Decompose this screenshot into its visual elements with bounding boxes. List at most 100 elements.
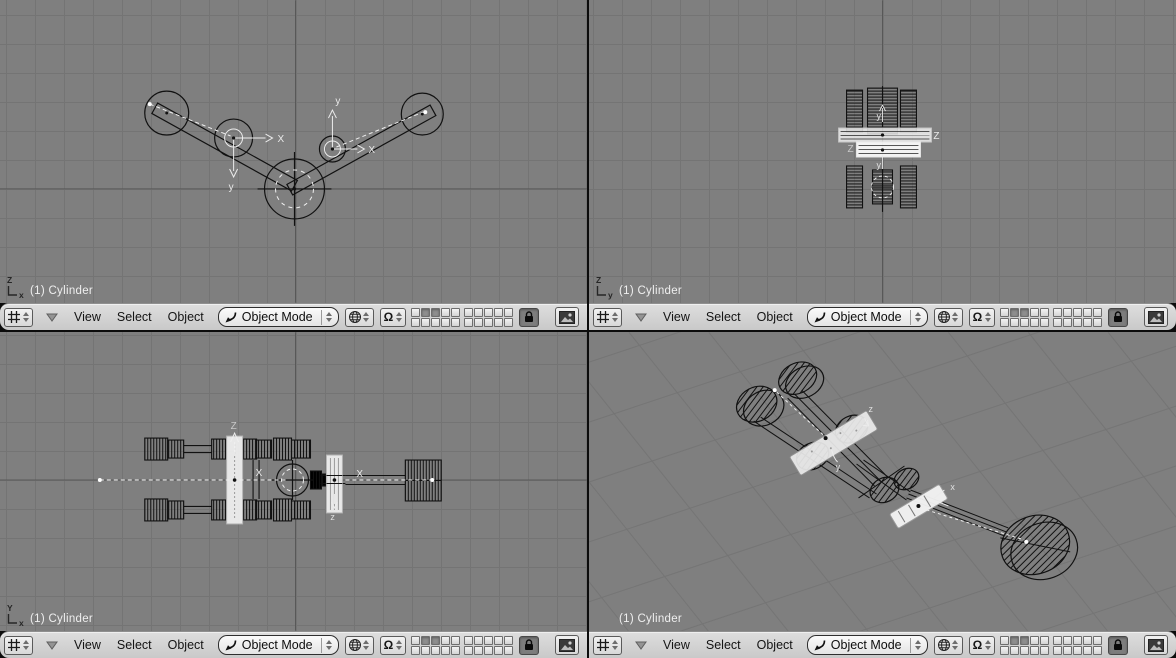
menu-object[interactable]: Object [168, 638, 204, 652]
viewport-canvas-top[interactable]: Z X X z Y x (1) Cylinder [0, 332, 587, 631]
layer-button-12[interactable] [1010, 645, 1020, 655]
layer-button-12[interactable] [1010, 317, 1020, 327]
collapse-triangle-icon[interactable] [46, 641, 58, 650]
layer-button-19[interactable] [1083, 645, 1093, 655]
layer-button-16[interactable] [1053, 645, 1063, 655]
layer-button-14[interactable] [1030, 317, 1040, 327]
draw-type-button[interactable] [344, 307, 374, 327]
layer-button-10[interactable] [1093, 635, 1103, 645]
layer-button-11[interactable] [411, 317, 421, 327]
stepper-arrows-icon[interactable] [610, 310, 619, 325]
layer-button-3[interactable] [1020, 307, 1030, 317]
wireframe-wheels[interactable] [730, 356, 1085, 589]
layer-button-6[interactable] [1053, 307, 1063, 317]
pivot-button[interactable]: Ω [968, 635, 996, 655]
draw-type-button[interactable] [933, 635, 963, 655]
layer-button-3[interactable] [431, 635, 441, 645]
layer-button-13[interactable] [1020, 645, 1030, 655]
layer-button-15[interactable] [451, 317, 461, 327]
layer-button-1[interactable] [1000, 307, 1010, 317]
layer-button-15[interactable] [1040, 317, 1050, 327]
layer-button-10[interactable] [504, 635, 514, 645]
pivot-button[interactable]: Ω [379, 635, 407, 655]
layer-button-18[interactable] [1073, 645, 1083, 655]
layer-button-9[interactable] [494, 307, 504, 317]
layer-button-14[interactable] [441, 645, 451, 655]
layer-button-7[interactable] [1063, 635, 1073, 645]
layer-button-4[interactable] [441, 307, 451, 317]
mode-dropdown[interactable]: Object Mode [217, 307, 339, 327]
layer-button-13[interactable] [431, 645, 441, 655]
layer-button-7[interactable] [474, 635, 484, 645]
stepper-arrows-icon[interactable] [362, 638, 371, 653]
layer-button-20[interactable] [504, 645, 514, 655]
stepper-arrows-icon[interactable] [21, 310, 30, 325]
collapse-triangle-icon[interactable] [635, 313, 647, 322]
layer-button-17[interactable] [1063, 317, 1073, 327]
stepper-arrows-icon[interactable] [983, 638, 992, 653]
layer-button-15[interactable] [451, 645, 461, 655]
stepper-arrows-icon[interactable] [362, 310, 371, 325]
layer-button-4[interactable] [1030, 307, 1040, 317]
pivot-button[interactable]: Ω [379, 307, 407, 327]
layer-button-17[interactable] [474, 317, 484, 327]
layer-button-1[interactable] [411, 635, 421, 645]
gizmo-right[interactable] [323, 108, 366, 158]
lock-button[interactable] [519, 307, 540, 327]
layer-button-4[interactable] [1030, 635, 1040, 645]
layer-button-6[interactable] [464, 635, 474, 645]
lock-button[interactable] [519, 635, 540, 655]
menu-object[interactable]: Object [757, 638, 793, 652]
layer-button-20[interactable] [504, 317, 514, 327]
layer-button-19[interactable] [494, 317, 504, 327]
menu-view[interactable]: View [74, 638, 101, 652]
layer-button-3[interactable] [1020, 635, 1030, 645]
layer-button-1[interactable] [1000, 635, 1010, 645]
stepper-arrows-icon[interactable] [951, 310, 960, 325]
layer-button-20[interactable] [1093, 645, 1103, 655]
mode-dropdown-stepper-icon[interactable] [909, 637, 923, 653]
layer-button-12[interactable] [421, 317, 431, 327]
layer-button-14[interactable] [1030, 645, 1040, 655]
viewport-canvas-front[interactable]: X y y X Z x (1) Cylinder [0, 0, 587, 303]
layer-button-14[interactable] [441, 317, 451, 327]
layer-button-11[interactable] [411, 645, 421, 655]
layer-button-15[interactable] [1040, 645, 1050, 655]
layer-button-9[interactable] [1083, 307, 1093, 317]
editor-type-button[interactable] [593, 635, 622, 655]
viewport-canvas-perspective[interactable]: z y x (1) Cylinder [589, 332, 1176, 631]
editor-type-button[interactable] [4, 307, 33, 327]
draw-type-button[interactable] [933, 307, 963, 327]
render-preview-button[interactable] [1144, 307, 1169, 327]
layer-button-5[interactable] [1040, 307, 1050, 317]
menu-object[interactable]: Object [168, 310, 204, 324]
editor-type-button[interactable] [593, 307, 622, 327]
layer-button-18[interactable] [484, 317, 494, 327]
layer-button-13[interactable] [431, 317, 441, 327]
layer-button-16[interactable] [464, 645, 474, 655]
layer-button-10[interactable] [1093, 307, 1103, 317]
layer-button-10[interactable] [504, 307, 514, 317]
mode-dropdown[interactable]: Object Mode [806, 307, 928, 327]
layer-button-11[interactable] [1000, 645, 1010, 655]
editor-type-button[interactable] [4, 635, 33, 655]
stepper-arrows-icon[interactable] [394, 638, 403, 653]
lock-button[interactable] [1108, 635, 1129, 655]
menu-select[interactable]: Select [117, 310, 152, 324]
stepper-arrows-icon[interactable] [394, 310, 403, 325]
layer-button-7[interactable] [1063, 307, 1073, 317]
lock-button[interactable] [1108, 307, 1129, 327]
layer-button-19[interactable] [1083, 317, 1093, 327]
layer-button-2[interactable] [1010, 635, 1020, 645]
render-preview-button[interactable] [555, 307, 580, 327]
mode-dropdown[interactable]: Object Mode [806, 635, 928, 655]
layer-button-8[interactable] [1073, 635, 1083, 645]
layer-button-6[interactable] [1053, 635, 1063, 645]
layer-button-8[interactable] [484, 635, 494, 645]
layer-button-5[interactable] [1040, 635, 1050, 645]
layer-button-16[interactable] [464, 317, 474, 327]
wireframe-armature[interactable] [144, 90, 444, 226]
layer-button-20[interactable] [1093, 317, 1103, 327]
layer-button-5[interactable] [451, 307, 461, 317]
mode-dropdown[interactable]: Object Mode [217, 635, 339, 655]
